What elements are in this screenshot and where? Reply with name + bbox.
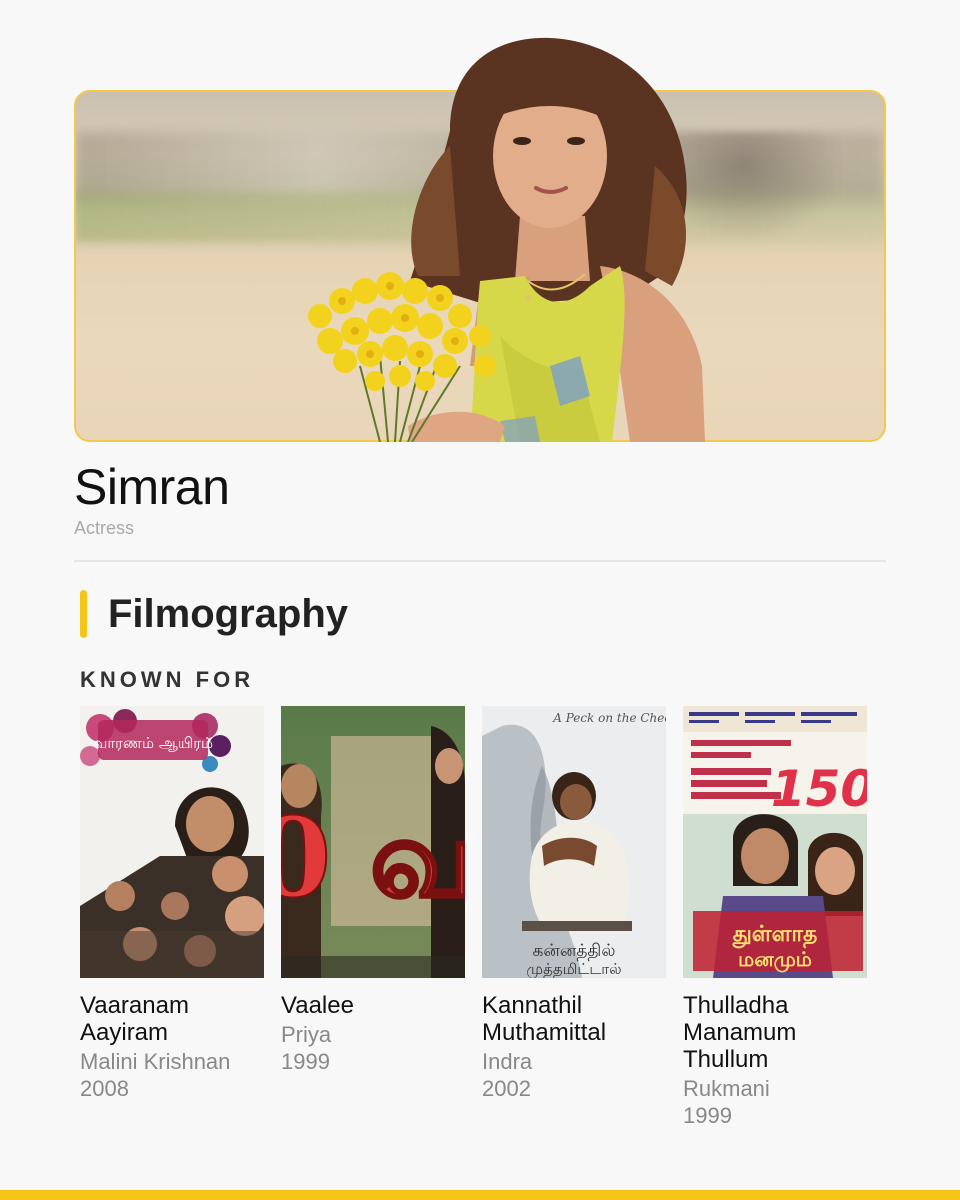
film-year: 2002 [482,1076,531,1101]
film-card[interactable]: 100 வாலி Vaalee Priya 1999 [281,706,471,1075]
film-year: 1999 [683,1103,732,1128]
known-for-label: KNOWN FOR [80,667,255,692]
svg-text:மனமும்: மனமும் [738,947,812,973]
bottom-accent-bar [0,1190,960,1200]
film-card[interactable]: வாரணம் ஆயிரம் Vaaranam Aayiram Malini Kr… [80,706,270,1102]
divider [74,560,886,562]
film-title[interactable]: Vaaranam Aayiram [80,992,270,1046]
film-year: 1999 [281,1049,330,1074]
film-card[interactable]: A Peck on the Cheek கன்னத்தில் முத்தமிட்… [482,706,672,1102]
actor-name: Simran [74,459,230,515]
film-character: Rukmani [683,1076,770,1101]
film-list: வாரணம் ஆயிரம் Vaaranam Aayiram Malini Kr… [80,706,940,1129]
svg-text:100 வாலி: 100 வாலி [281,793,465,922]
film-title[interactable]: Vaalee [281,992,471,1019]
film-character: Malini Krishnan [80,1049,231,1074]
film-character: Priya [281,1022,332,1047]
actor-role: Actress [74,518,135,538]
film-poster[interactable]: 100 வாலி [281,706,465,978]
svg-text:150: 150 [771,760,867,818]
section-title: Filmography [108,592,349,636]
svg-text:A Peck on the Cheek: A Peck on the Cheek [552,711,666,725]
film-poster[interactable]: வாரணம் ஆயிரம் [80,706,264,978]
svg-text:கன்னத்தில்: கன்னத்தில் [533,941,616,961]
actor-profile-page: Simran Actress Filmography KNOWN FOR வார… [0,0,960,1200]
film-title[interactable]: Kannathil Muthamittal [482,992,672,1046]
film-poster[interactable]: A Peck on the Cheek கன்னத்தில் முத்தமிட்… [482,706,666,978]
film-card[interactable]: 150 துள்ளாத மனமும் Thulladha Manamum Thu… [683,706,873,1129]
section-accent-bar [80,590,87,638]
svg-text:துள்ளாத: துள்ளாத [732,922,818,949]
film-year: 2008 [80,1076,129,1101]
actor-portrait-image [308,37,705,442]
film-character: Indra [482,1049,533,1074]
svg-text:வாரணம் ஆயிரம்: வாரணம் ஆயிரம் [93,734,213,752]
film-poster[interactable]: 150 துள்ளாத மனமும் [683,706,867,978]
film-title[interactable]: Thulladha Manamum Thullum [683,992,873,1073]
svg-text:முத்தமிட்டால்: முத்தமிட்டால் [526,960,621,978]
